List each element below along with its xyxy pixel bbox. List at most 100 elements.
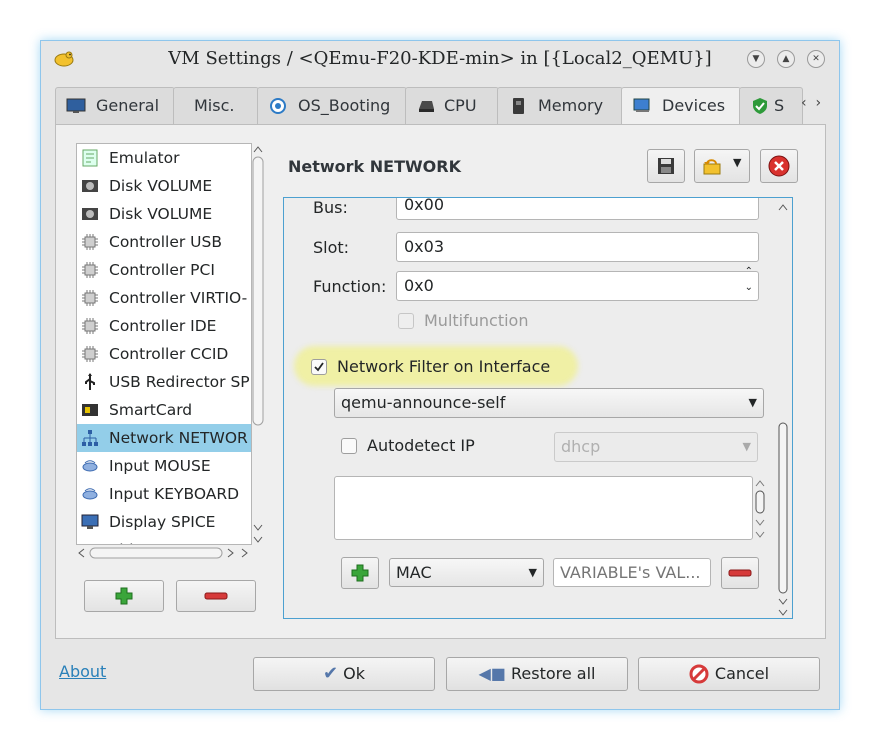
network-filter-checkbox[interactable] bbox=[311, 359, 327, 375]
check-icon: ✔ bbox=[322, 663, 339, 684]
device-list-item[interactable]: Controller PCI bbox=[77, 256, 251, 284]
chevron-down-icon: ▼ bbox=[752, 54, 760, 64]
parameters-list[interactable] bbox=[334, 476, 753, 540]
remove-parameter-button[interactable] bbox=[721, 557, 759, 589]
device-list-item[interactable]: Video QXL bbox=[77, 536, 251, 545]
parameter-value-input[interactable] bbox=[553, 558, 711, 587]
device-list-item[interactable]: Controller VIRTIO- bbox=[77, 284, 251, 312]
device-list-item[interactable]: Emulator bbox=[77, 144, 251, 172]
about-link[interactable]: About bbox=[59, 662, 106, 681]
tab-os-booting[interactable]: OS_Booting bbox=[257, 87, 407, 124]
device-label: Network NETWOR bbox=[109, 429, 248, 447]
close-icon: ✕ bbox=[812, 54, 820, 64]
editor-header: Network NETWORK bbox=[288, 157, 461, 176]
spin-up-icon[interactable]: ⌃ bbox=[745, 266, 753, 278]
remove-device-button[interactable] bbox=[176, 580, 256, 612]
slot-field[interactable]: 0x03 bbox=[396, 232, 759, 262]
autodetect-ip-label: Autodetect IP bbox=[367, 436, 475, 455]
device-list-item[interactable]: Network NETWOR bbox=[77, 424, 251, 452]
close-editor-button[interactable] bbox=[760, 149, 798, 183]
tab-s[interactable]: S bbox=[739, 87, 803, 124]
title-bar[interactable]: VM Settings / <QEmu-F20-KDE-min> in [{Lo… bbox=[41, 41, 839, 79]
chevron-down-icon: ▼ bbox=[748, 396, 757, 409]
input-icon bbox=[82, 460, 98, 472]
tab-cpu[interactable]: CPU bbox=[405, 87, 499, 124]
maximize-button[interactable]: ▲ bbox=[777, 50, 795, 68]
undo-menu-button[interactable]: ▼ bbox=[694, 149, 750, 183]
monitor-icon bbox=[66, 98, 86, 113]
network-icon bbox=[82, 430, 98, 446]
tab-label: Memory bbox=[538, 96, 604, 115]
device-list-item[interactable]: Controller CCID bbox=[77, 340, 251, 368]
ok-label: Ok bbox=[343, 664, 366, 683]
tab-misc[interactable]: Misc. bbox=[173, 87, 259, 124]
device-list-item[interactable]: Input KEYBOARD bbox=[77, 480, 251, 508]
ip-mode-select[interactable]: dhcp ▼ bbox=[554, 432, 758, 462]
chevron-left-icon[interactable]: ‹ bbox=[801, 95, 807, 111]
checkmark-icon bbox=[314, 362, 324, 372]
device-list-item[interactable]: Display SPICE bbox=[77, 508, 251, 536]
tab-general[interactable]: General bbox=[55, 87, 175, 124]
device-list-item[interactable]: SmartCard bbox=[77, 396, 251, 424]
restore-label: Restore all bbox=[511, 664, 596, 683]
input-icon bbox=[82, 488, 98, 500]
parameter-name-select[interactable]: MAC ▼ bbox=[389, 558, 544, 587]
parameters-vscroll[interactable] bbox=[754, 478, 766, 540]
device-list-hscroll[interactable] bbox=[76, 547, 252, 559]
tab-memory[interactable]: Memory bbox=[497, 87, 623, 124]
device-list-item[interactable]: Controller IDE bbox=[77, 312, 251, 340]
device-list-item[interactable]: Disk VOLUME bbox=[77, 200, 251, 228]
chevron-right-icon[interactable]: › bbox=[816, 95, 822, 111]
bus-field[interactable]: 0x00 bbox=[396, 198, 759, 220]
device-label: Controller IDE bbox=[109, 317, 217, 335]
cancel-icon bbox=[689, 664, 709, 684]
minus-icon bbox=[728, 569, 752, 577]
chevron-down-icon: ▼ bbox=[742, 440, 751, 453]
disk-icon bbox=[82, 180, 98, 192]
tab-devices[interactable]: Devices bbox=[621, 87, 741, 126]
device-list[interactable]: Emulator Disk VOLUME Disk VOLUME Controller… bbox=[76, 143, 252, 545]
add-device-button[interactable] bbox=[84, 580, 164, 612]
function-spinbox[interactable]: 0x0 ⌃ ⌄ bbox=[396, 266, 759, 301]
device-label: Disk VOLUME bbox=[109, 205, 213, 223]
device-list-item[interactable]: Input MOUSE bbox=[77, 452, 251, 480]
device-label: Controller VIRTIO- bbox=[109, 289, 248, 307]
ok-button[interactable]: ✔ Ok bbox=[253, 657, 435, 691]
device-label: Controller USB bbox=[109, 233, 222, 251]
tab-label: CPU bbox=[444, 96, 477, 115]
device-list-item[interactable]: Controller USB bbox=[77, 228, 251, 256]
close-button[interactable]: ✕ bbox=[807, 50, 825, 68]
minimize-button[interactable]: ▼ bbox=[747, 50, 765, 68]
parameter-name-value: MAC bbox=[396, 563, 432, 582]
tab-label: OS_Booting bbox=[298, 96, 391, 115]
autodetect-ip-checkbox[interactable] bbox=[341, 438, 357, 454]
cancel-button[interactable]: Cancel bbox=[638, 657, 820, 691]
network-filter-select[interactable]: qemu-announce-self ▼ bbox=[334, 388, 764, 418]
device-label: SmartCard bbox=[109, 401, 193, 419]
chevron-down-icon: ▼ bbox=[733, 156, 742, 169]
save-button[interactable] bbox=[647, 149, 685, 183]
device-label: Video QXL bbox=[109, 536, 189, 544]
controller-icon bbox=[82, 262, 98, 278]
device-label: Controller PCI bbox=[109, 261, 215, 279]
editor-vscroll[interactable] bbox=[776, 198, 790, 618]
device-label: Controller CCID bbox=[109, 345, 229, 363]
network-filter-label: Network Filter on Interface bbox=[337, 357, 551, 376]
ip-mode-value: dhcp bbox=[561, 437, 601, 456]
device-list-vscroll[interactable] bbox=[252, 143, 264, 543]
device-label: Display SPICE bbox=[109, 513, 216, 531]
device-list-item[interactable]: USB Redirector SP bbox=[77, 368, 251, 396]
video-icon bbox=[81, 541, 99, 545]
multifunction-checkbox[interactable] bbox=[398, 313, 414, 329]
tab-label: Misc. bbox=[194, 96, 235, 115]
device-list-item[interactable]: Disk VOLUME bbox=[77, 172, 251, 200]
device-label: Disk VOLUME bbox=[109, 177, 213, 195]
plus-icon bbox=[115, 587, 133, 605]
tab-scroll-arrows[interactable]: ‹ › bbox=[801, 95, 821, 111]
spin-down-icon[interactable]: ⌄ bbox=[745, 282, 753, 294]
restore-all-button[interactable]: ◀■ Restore all bbox=[446, 657, 628, 691]
display-icon bbox=[81, 514, 99, 529]
controller-icon bbox=[82, 318, 98, 334]
undo-icon bbox=[703, 159, 721, 175]
add-parameter-button[interactable] bbox=[341, 557, 379, 589]
